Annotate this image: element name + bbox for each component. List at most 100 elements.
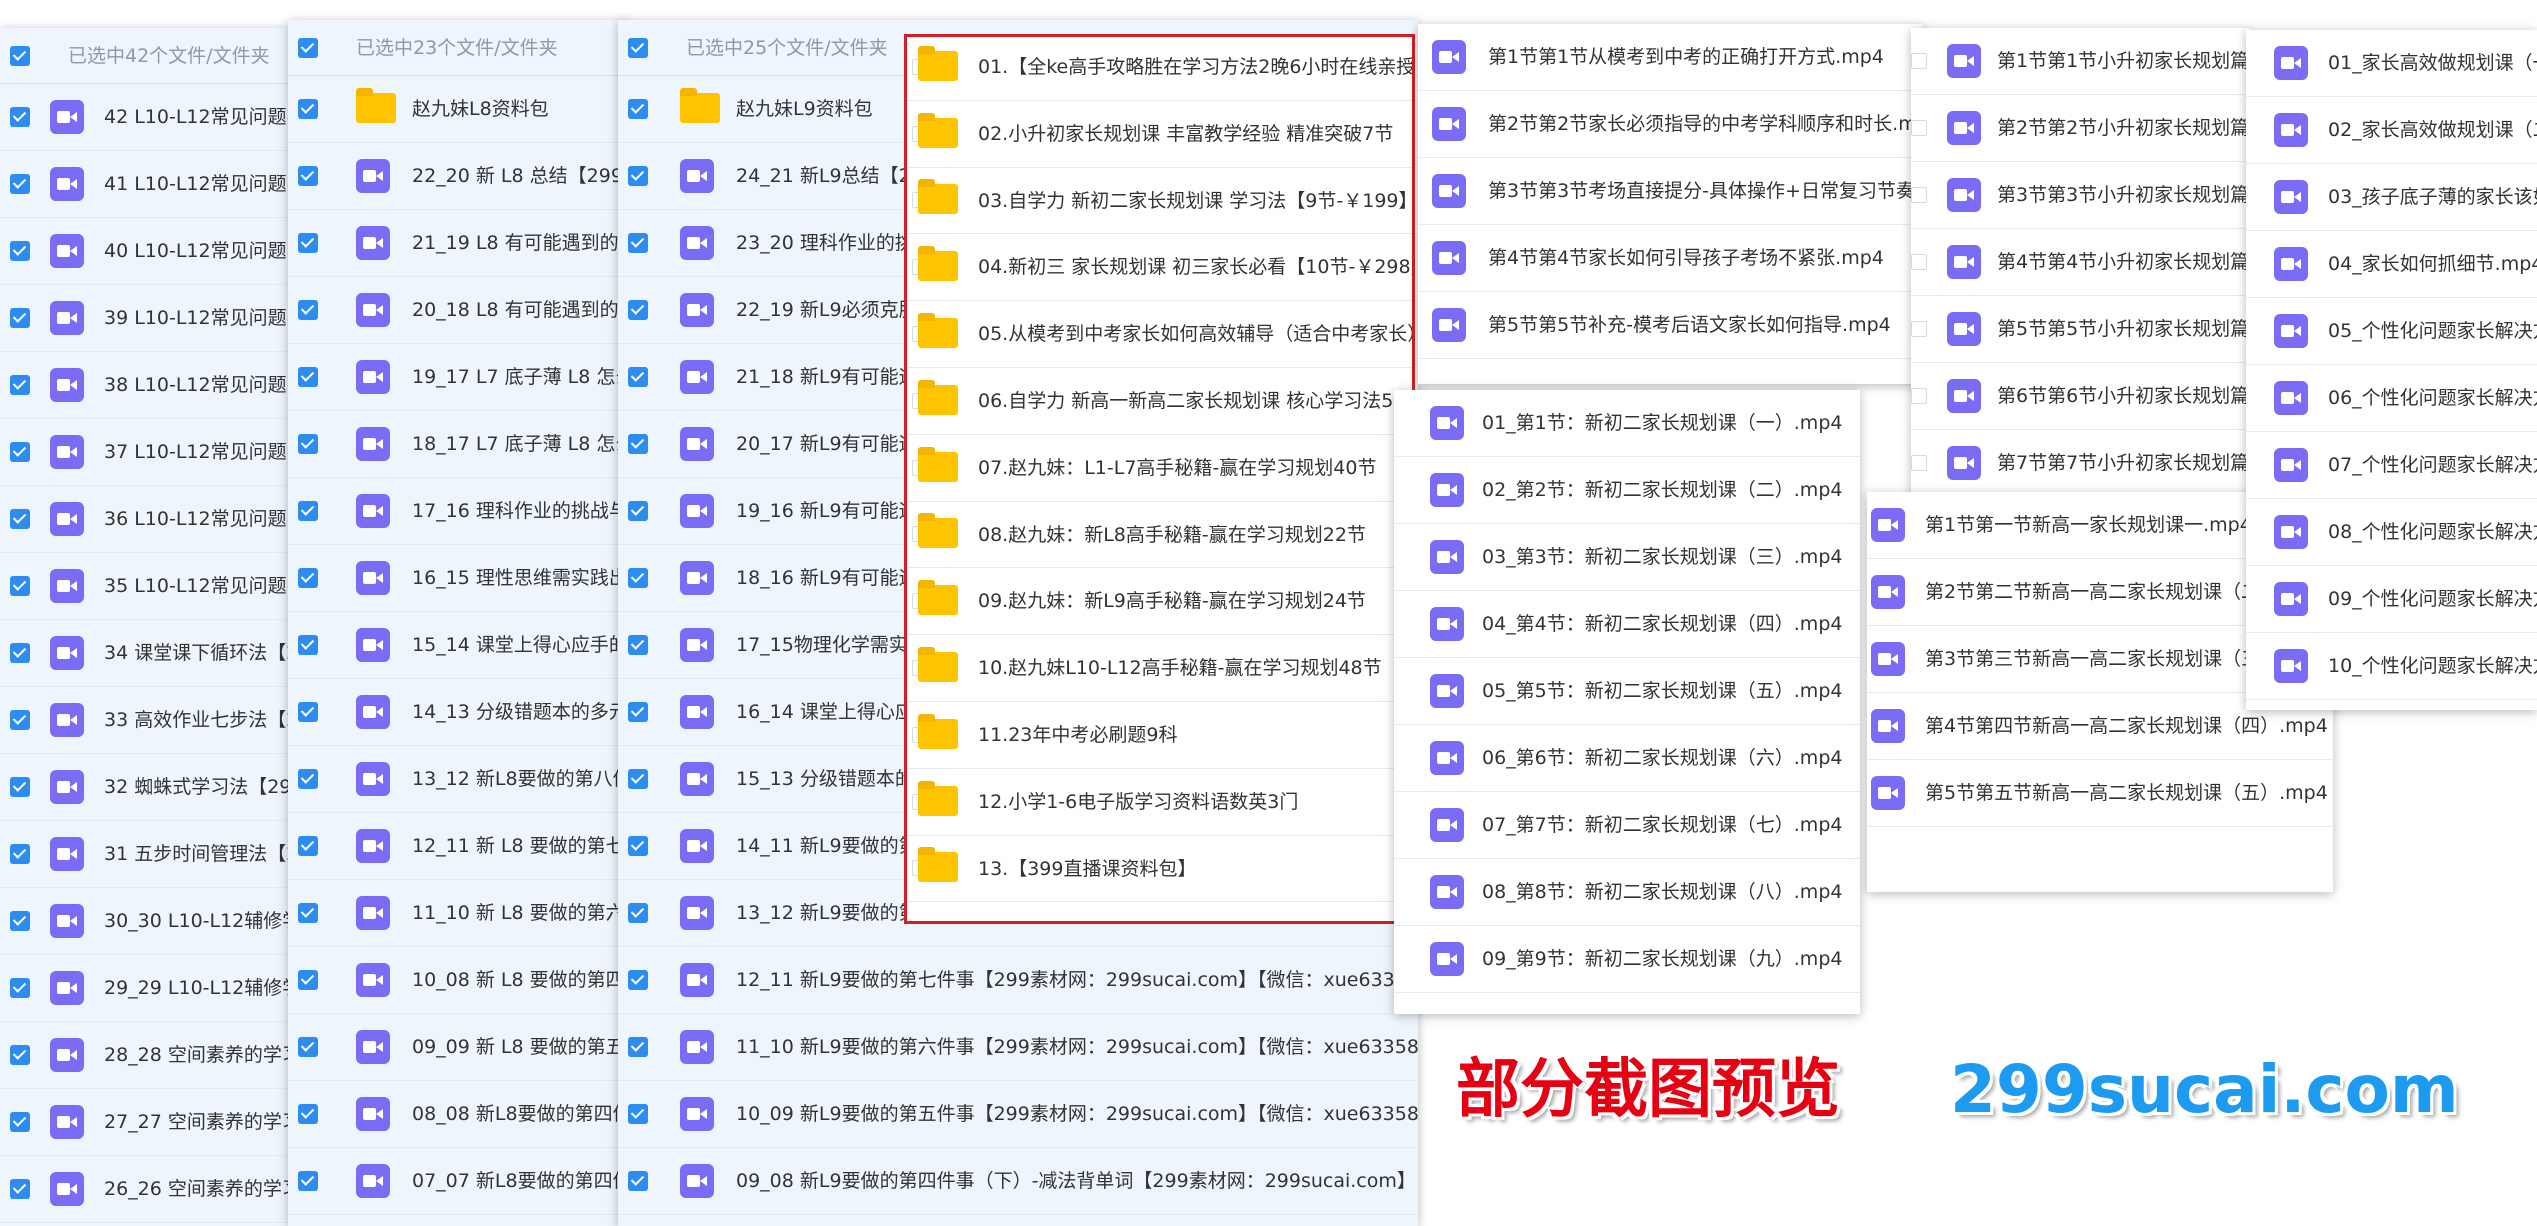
file-row[interactable]: 37 L10-L12常见问题&解 [0,419,290,486]
row-checkbox[interactable] [628,970,648,990]
file-row[interactable]: 第1节第1节从模考到中考的正确打开方式.mp4 [1418,24,1923,91]
row-checkbox[interactable] [10,509,30,529]
file-row[interactable]: 15_14 课堂上得心应手的秘 [288,612,628,679]
file-row[interactable]: 第5节第5节补充-模考后语文家长如何指导.mp4 [1418,292,1923,359]
row-checkbox[interactable] [1911,455,1927,471]
folder-row[interactable]: 05.从模考到中考家长如何高效辅导（适合中考家长）5节 [904,301,1415,368]
file-row[interactable]: 18_17 L7 底子薄 L8 怎么追 [288,411,628,478]
file-row[interactable]: 10_08 新 L8 要做的第四件 [288,947,628,1014]
folder-row[interactable]: 07.赵九妹：L1-L7高手秘籍-赢在学习规划40节 [904,435,1415,502]
row-checkbox[interactable] [10,978,30,998]
file-row[interactable]: 02_第2节：新初二家长规划课（二）.mp4 [1394,457,1860,524]
file-row[interactable]: 38 L10-L12常见问题&解 [0,352,290,419]
folder-row[interactable]: 13.【399直播课资料包】 [904,836,1415,903]
row-checkbox[interactable] [298,769,318,789]
row-checkbox[interactable] [10,1045,30,1065]
file-row[interactable]: 第4节第4节家长如何引导孩子考场不紧张.mp4 [1418,225,1923,292]
row-checkbox[interactable] [628,300,648,320]
file-row[interactable]: 36 L10-L12常见问题&解 [0,486,290,553]
file-row[interactable]: 第6节第6节小升初家长规划篇 [1911,363,2251,430]
row-checkbox[interactable] [1911,53,1927,69]
row-checkbox[interactable] [298,568,318,588]
file-row[interactable]: 29_29 L10-L12辅修学习 [0,955,290,1022]
file-row[interactable]: 27_27 空间素养的学习 [0,1089,290,1156]
row-checkbox[interactable] [628,99,648,119]
file-row[interactable]: 21_19 L8 有可能遇到的问 [288,210,628,277]
folder-row[interactable]: 06.自学力 新高一新高二家长规划课 核心学习法5节 [904,368,1415,435]
file-row[interactable]: 第2节第2节家长必须指导的中考学科顺序和时长.mp4 [1418,91,1923,158]
folder-row[interactable]: 赵九妹L8资料包 [288,76,628,143]
file-row[interactable]: 30_30 L10-L12辅修学习 [0,888,290,955]
row-checkbox[interactable] [10,375,30,395]
file-row[interactable]: 11_10 新L9要做的第六件事【299素材网：299sucai.com】【微信… [618,1014,1418,1081]
file-row[interactable]: 12_11 新L9要做的第七件事【299素材网：299sucai.com】【微信… [618,947,1418,1014]
row-checkbox[interactable] [10,241,30,261]
file-row[interactable]: 12_11 新 L8 要做的第七件 [288,813,628,880]
file-row[interactable]: 03_孩子底子薄的家长该如 [2246,164,2537,231]
row-checkbox[interactable] [298,903,318,923]
file-row[interactable]: 第2节第2节小升初家长规划篇 [1911,95,2251,162]
file-row[interactable]: 42 L10-L12常见问题&解 [0,84,290,151]
row-checkbox[interactable] [628,769,648,789]
file-row[interactable]: 第1节第1节小升初家长规划篇 [1911,28,2251,95]
file-row[interactable]: 07_个性化问题家长解决方 [2246,432,2537,499]
file-row[interactable]: 08_个性化问题家长解决方 [2246,499,2537,566]
row-checkbox[interactable] [298,635,318,655]
file-row[interactable]: 01_家长高效做规划课（一 [2246,30,2537,97]
row-checkbox[interactable] [298,233,318,253]
row-checkbox[interactable] [10,777,30,797]
file-row[interactable]: 09_08 新L9要做的第四件事（下）-减法背单词【299素材网：299suca… [618,1148,1418,1215]
row-checkbox[interactable] [1911,321,1927,337]
row-checkbox[interactable] [10,308,30,328]
row-checkbox[interactable] [628,836,648,856]
file-row[interactable]: 10_个性化问题家长解决方 [2246,633,2537,700]
select-all-checkbox[interactable] [10,45,30,66]
row-checkbox[interactable] [10,844,30,864]
row-checkbox[interactable] [1911,254,1927,270]
file-row[interactable]: 07_第7节：新初二家长规划课（七）.mp4 [1394,792,1860,859]
row-checkbox[interactable] [298,99,318,119]
folder-row[interactable]: 03.自学力 新初二家长规划课 学习法【9节-￥199】 [904,168,1415,235]
row-checkbox[interactable] [10,1179,30,1199]
row-checkbox[interactable] [298,702,318,722]
file-row[interactable]: 05_第5节：新初二家长规划课（五）.mp4 [1394,658,1860,725]
file-row[interactable]: 09_个性化问题家长解决方 [2246,566,2537,633]
file-row[interactable]: 10_09 新L9要做的第五件事【299素材网：299sucai.com】【微信… [618,1081,1418,1148]
select-all-checkbox[interactable] [298,37,318,58]
row-checkbox[interactable] [628,501,648,521]
file-row[interactable]: 07_07 新L8要做的第四件事 [288,1148,628,1215]
folder-row[interactable]: 08.赵九妹：新L8高手秘籍-赢在学习规划22节 [904,502,1415,569]
row-checkbox[interactable] [1911,388,1927,404]
row-checkbox[interactable] [298,300,318,320]
folder-row[interactable]: 11.23年中考必刷题9科 [904,702,1415,769]
folder-row[interactable]: 01.【全ke高手攻略胜在学习方法2晚6小时在线亲授课】 [904,34,1415,101]
row-checkbox[interactable] [298,166,318,186]
file-row[interactable]: 39 L10-L12常见问题&解 [0,285,290,352]
file-row[interactable]: 16_15 理性思维需实践出真 [288,545,628,612]
row-checkbox[interactable] [1911,187,1927,203]
file-row[interactable]: 05_个性化问题家长解决方 [2246,298,2537,365]
row-checkbox[interactable] [298,1037,318,1057]
select-all-checkbox[interactable] [628,37,648,58]
file-row[interactable]: 40 L10-L12常见问题&解 [0,218,290,285]
file-row[interactable]: 04_家长如何抓细节.mp4 [2246,231,2537,298]
row-checkbox[interactable] [298,1104,318,1124]
file-row[interactable]: 08_第8节：新初二家长规划课（八）.mp4 [1394,859,1860,926]
file-row[interactable]: 32 蜘蛛式学习法【299 [0,754,290,821]
row-checkbox[interactable] [10,643,30,663]
row-checkbox[interactable] [10,1112,30,1132]
row-checkbox[interactable] [628,233,648,253]
folder-row[interactable]: 02.小升初家长规划课 丰富教学经验 精准突破7节 [904,101,1415,168]
file-row[interactable]: 17_16 理科作业的挑战与应 [288,478,628,545]
row-checkbox[interactable] [628,367,648,387]
row-checkbox[interactable] [1911,120,1927,136]
row-checkbox[interactable] [298,1171,318,1191]
file-row[interactable]: 第5节第5节小升初家长规划篇 [1911,296,2251,363]
row-checkbox[interactable] [10,107,30,127]
row-checkbox[interactable] [628,568,648,588]
row-checkbox[interactable] [10,576,30,596]
folder-row[interactable]: 09.赵九妹：新L9高手秘籍-赢在学习规划24节 [904,568,1415,636]
row-checkbox[interactable] [628,1037,648,1057]
folder-row[interactable]: 04.新初三 家长规划课 初三家长必看【10节-￥298】 [904,234,1415,302]
row-checkbox[interactable] [628,903,648,923]
